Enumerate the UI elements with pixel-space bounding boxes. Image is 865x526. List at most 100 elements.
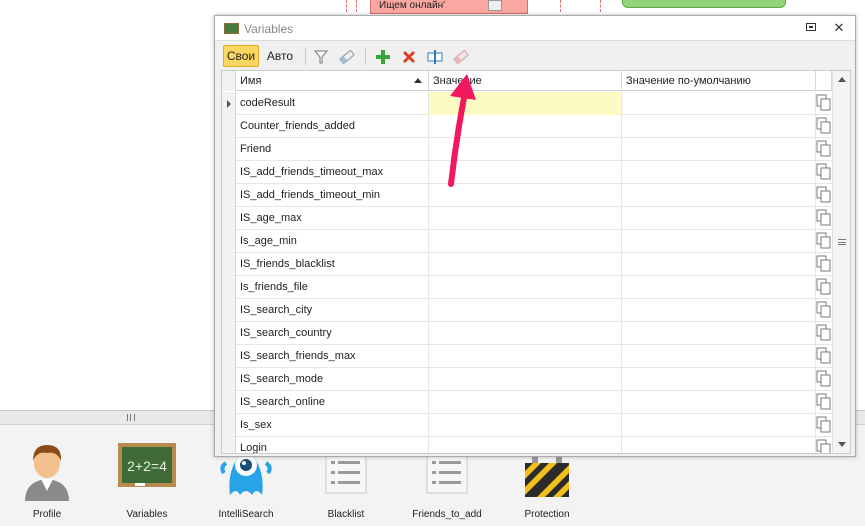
cell-default[interactable] xyxy=(622,115,816,138)
cell-default[interactable] xyxy=(622,207,816,230)
table-row[interactable]: IS_search_mode xyxy=(222,368,832,391)
row-indicator[interactable] xyxy=(222,276,236,299)
cell-default[interactable] xyxy=(622,161,816,184)
cell-name[interactable]: Is_age_min xyxy=(236,230,429,253)
cell-default[interactable] xyxy=(622,299,816,322)
cell-name[interactable]: IS_search_online xyxy=(236,391,429,414)
row-indicator[interactable] xyxy=(222,322,236,345)
scroll-down-icon[interactable] xyxy=(838,442,846,447)
copy-icon[interactable] xyxy=(816,347,832,365)
row-indicator[interactable] xyxy=(222,207,236,230)
cell-name[interactable]: IS_search_mode xyxy=(236,368,429,391)
cell-name[interactable]: IS_search_country xyxy=(236,322,429,345)
copy-icon[interactable] xyxy=(816,301,832,319)
cell-default[interactable] xyxy=(622,253,816,276)
row-indicator[interactable] xyxy=(222,184,236,207)
window-titlebar[interactable]: Variables ✕ xyxy=(215,16,855,41)
table-row[interactable]: Is_sex xyxy=(222,414,832,437)
cell-name[interactable]: Counter_friends_added xyxy=(236,115,429,138)
cell-value[interactable] xyxy=(429,368,622,391)
cell-name[interactable]: IS_search_friends_max xyxy=(236,345,429,368)
dock-item-variables[interactable]: 2+2=4 Variables xyxy=(102,437,192,523)
cell-value[interactable] xyxy=(429,391,622,414)
table-row[interactable]: IS_search_online xyxy=(222,391,832,414)
rename-icon[interactable] xyxy=(425,47,445,67)
cell-value[interactable] xyxy=(429,92,622,115)
column-header-default[interactable]: Значение по-умолчанию xyxy=(622,71,816,91)
action-node-toggle[interactable] xyxy=(488,0,502,11)
cell-value[interactable] xyxy=(429,437,622,453)
cell-value[interactable] xyxy=(429,115,622,138)
table-row[interactable]: Friend xyxy=(222,138,832,161)
cell-value[interactable] xyxy=(429,276,622,299)
cell-default[interactable] xyxy=(622,345,816,368)
cell-value[interactable] xyxy=(429,161,622,184)
table-row[interactable]: Login xyxy=(222,437,832,454)
cell-default[interactable] xyxy=(622,230,816,253)
row-indicator[interactable] xyxy=(222,437,236,453)
copy-icon[interactable] xyxy=(816,393,832,411)
action-node[interactable]: Ищем онлайн' xyxy=(370,0,528,14)
cell-name[interactable]: IS_friends_blacklist xyxy=(236,253,429,276)
start-node[interactable] xyxy=(622,0,786,8)
row-indicator[interactable] xyxy=(222,368,236,391)
cell-name[interactable]: IS_age_max xyxy=(236,207,429,230)
table-row[interactable]: IS_search_city xyxy=(222,299,832,322)
cell-default[interactable] xyxy=(622,391,816,414)
table-row[interactable]: IS_add_friends_timeout_min xyxy=(222,184,832,207)
row-indicator[interactable] xyxy=(222,345,236,368)
column-header-name[interactable]: Имя xyxy=(236,71,429,91)
add-icon[interactable] xyxy=(373,47,393,67)
clear-icon[interactable] xyxy=(451,47,471,67)
eraser-icon[interactable] xyxy=(337,47,357,67)
cell-default[interactable] xyxy=(622,368,816,391)
row-indicator[interactable] xyxy=(222,138,236,161)
row-indicator[interactable] xyxy=(222,299,236,322)
cell-default[interactable] xyxy=(622,276,816,299)
column-header-value[interactable]: Значение xyxy=(429,71,622,91)
cell-name[interactable]: IS_add_friends_timeout_min xyxy=(236,184,429,207)
filter-icon[interactable] xyxy=(311,47,331,67)
copy-icon[interactable] xyxy=(816,439,832,454)
copy-icon[interactable] xyxy=(816,232,832,250)
cell-name[interactable]: Friend xyxy=(236,138,429,161)
cell-value[interactable] xyxy=(429,230,622,253)
table-row[interactable]: IS_add_friends_timeout_max xyxy=(222,161,832,184)
cell-default[interactable] xyxy=(622,92,816,115)
table-row[interactable]: codeResult xyxy=(222,92,832,115)
copy-icon[interactable] xyxy=(816,117,832,135)
table-row[interactable]: IS_age_max xyxy=(222,207,832,230)
copy-icon[interactable] xyxy=(816,416,832,434)
row-indicator[interactable] xyxy=(222,115,236,138)
delete-icon[interactable] xyxy=(399,47,419,67)
row-indicator[interactable] xyxy=(222,391,236,414)
cell-value[interactable] xyxy=(429,414,622,437)
row-indicator[interactable] xyxy=(222,161,236,184)
cell-value[interactable] xyxy=(429,138,622,161)
close-icon[interactable]: ✕ xyxy=(831,21,847,35)
own-variables-button[interactable]: Свои xyxy=(223,45,259,67)
table-row[interactable]: IS_search_friends_max xyxy=(222,345,832,368)
auto-variables-button[interactable]: Авто xyxy=(262,45,298,67)
copy-icon[interactable] xyxy=(816,186,832,204)
vertical-scrollbar[interactable] xyxy=(832,71,850,453)
cell-value[interactable] xyxy=(429,299,622,322)
cell-default[interactable] xyxy=(622,437,816,453)
row-indicator[interactable] xyxy=(222,414,236,437)
dock-item-profile[interactable]: Profile xyxy=(2,437,92,523)
scroll-thumb-grip-icon[interactable] xyxy=(838,239,846,245)
row-indicator[interactable] xyxy=(222,92,236,115)
cell-name[interactable]: Is_friends_file xyxy=(236,276,429,299)
copy-icon[interactable] xyxy=(816,324,832,342)
cell-name[interactable]: Is_sex xyxy=(236,414,429,437)
table-row[interactable]: Is_age_min xyxy=(222,230,832,253)
cell-name[interactable]: Login xyxy=(236,437,429,453)
copy-icon[interactable] xyxy=(816,209,832,227)
cell-value[interactable] xyxy=(429,322,622,345)
copy-icon[interactable] xyxy=(816,255,832,273)
restore-icon[interactable] xyxy=(803,21,819,35)
table-row[interactable]: IS_friends_blacklist xyxy=(222,253,832,276)
cell-value[interactable] xyxy=(429,253,622,276)
table-row[interactable]: IS_search_country xyxy=(222,322,832,345)
cell-default[interactable] xyxy=(622,184,816,207)
